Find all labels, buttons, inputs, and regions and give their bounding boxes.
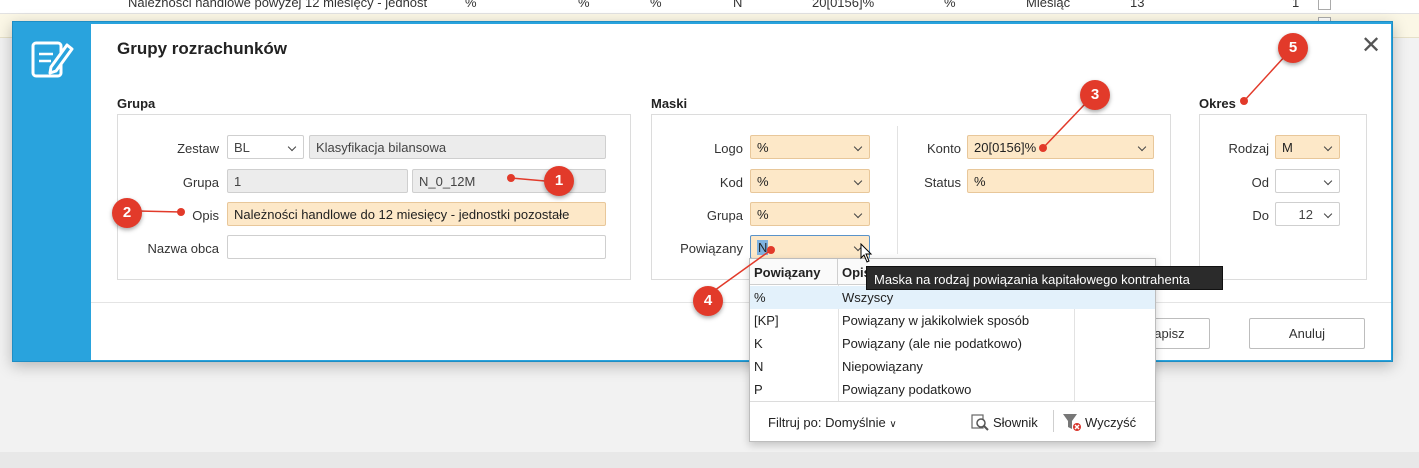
marker-4: 4 (693, 286, 723, 316)
zestaw-value: BL (234, 140, 250, 155)
grupa-mask-value: % (757, 207, 769, 222)
od-select[interactable] (1275, 169, 1340, 193)
marker-5: 5 (1278, 33, 1308, 63)
slownik-label: Słownik (993, 414, 1038, 430)
bottom-strip (0, 452, 1419, 468)
filter-dropdown[interactable]: Filtruj po: Domyślnie ∨ (768, 415, 897, 430)
marker-1: 1 (544, 166, 574, 196)
slownik-button[interactable]: Słownik (970, 412, 1038, 432)
footer-divider (91, 302, 1391, 303)
option-desc: Wszyscy (842, 290, 894, 305)
option-desc: Powiązany w jakikolwiek sposób (842, 313, 1030, 328)
option-code: % (754, 290, 766, 305)
opis-label: Opis (192, 208, 219, 223)
dropdown-col-code-header[interactable]: Powiązany (750, 259, 838, 285)
option-desc: Powiązany (ale nie podatkowo) (842, 336, 1022, 351)
background-cell: % (650, 0, 662, 10)
status-input[interactable]: % (967, 169, 1154, 193)
powiazany-label: Powiązany (680, 241, 743, 256)
document-edit-icon (29, 36, 75, 82)
status-value: % (974, 174, 986, 189)
option-desc: Niepowiązany (842, 359, 923, 374)
background-cell: % (465, 0, 477, 10)
background-cell: 20[0156]% (812, 0, 875, 10)
section-okres-label: Okres (1199, 96, 1236, 111)
logo-label: Logo (714, 141, 743, 156)
wyczysc-label: Wyczyść (1085, 414, 1137, 430)
marker-2: 2 (112, 198, 142, 228)
option-code: [KP] (754, 313, 779, 328)
background-cell: % (944, 0, 956, 10)
grupa-value: 1 (234, 174, 242, 189)
logo-select[interactable]: % (750, 135, 870, 159)
marker-5-dot (1240, 97, 1248, 105)
option-desc: Powiązany podatkowo (842, 382, 972, 397)
zestaw-description: Klasyfikacja bilansowa (316, 140, 447, 155)
marker-4-dot (767, 246, 775, 254)
footer-separator (1053, 410, 1054, 432)
dropdown-option[interactable]: K Powiązany (ale nie podatkowo) (750, 332, 1155, 355)
magnifier-icon (970, 412, 990, 432)
background-cell: 1 (1292, 0, 1300, 10)
marker-3: 3 (1080, 80, 1110, 110)
rodzaj-label: Rodzaj (1228, 141, 1269, 156)
mouse-cursor-icon (858, 242, 874, 265)
section-grupa-label: Grupa (117, 96, 156, 111)
konto-value: 20[0156]% (974, 140, 1037, 155)
kod-value: % (757, 174, 769, 189)
od-label: Od (1251, 175, 1269, 190)
kod-label: Kod (719, 175, 743, 190)
background-cell: N (733, 0, 743, 10)
zestaw-label: Zestaw (177, 141, 219, 156)
marker-2-dot (177, 208, 185, 216)
zestaw-description-field: Klasyfikacja bilansowa (309, 135, 606, 159)
zestaw-select[interactable]: BL (227, 135, 304, 159)
opis-value: Należności handlowe do 12 miesięcy - jed… (234, 207, 570, 222)
close-icon[interactable]: ✕ (1361, 34, 1381, 58)
do-select[interactable]: 12 (1275, 202, 1340, 226)
background-row-description: Należności handlowe powyżej 12 miesięcy … (128, 0, 428, 10)
background-table-row[interactable]: Należności handlowe powyżej 12 miesięcy … (0, 0, 1419, 14)
option-code: K (754, 336, 763, 351)
powiazany-tooltip: Maska na rodzaj powiązania kapitałowego … (866, 266, 1223, 290)
dialog-body: Grupy rozrachunków ✕ Grupa Zestaw BL Kla… (91, 24, 1391, 360)
dropdown-footer: Filtruj po: Domyślnie ∨ Słownik Wyczyść (750, 401, 1155, 441)
row-checkbox[interactable] (1318, 0, 1331, 10)
grupa-value-field: 1 (227, 169, 408, 193)
marker-1-dot (507, 174, 515, 182)
option-code: P (754, 382, 763, 397)
filter-clear-icon (1062, 412, 1082, 432)
cancel-button[interactable]: Anuluj (1249, 318, 1365, 349)
konto-label: Konto (927, 141, 961, 156)
option-code: N (754, 359, 764, 374)
logo-value: % (757, 140, 769, 155)
section-maski-label: Maski (651, 96, 688, 111)
wyczysc-button[interactable]: Wyczyść (1062, 412, 1136, 432)
dropdown-option[interactable]: [KP] Powiązany w jakikolwiek sposób (750, 309, 1155, 332)
dropdown-option[interactable]: P Powiązany podatkowo (750, 378, 1155, 401)
status-label: Status (924, 175, 961, 190)
grupa-label: Grupa (182, 175, 219, 190)
chevron-down-icon: ∨ (889, 419, 897, 430)
konto-select[interactable]: 20[0156]% (967, 135, 1154, 159)
rodzaj-select[interactable]: M (1275, 135, 1340, 159)
opis-input[interactable]: Należności handlowe do 12 miesięcy - jed… (227, 202, 606, 226)
nazwa-obca-input[interactable] (227, 235, 606, 259)
do-label: Do (1252, 208, 1269, 223)
grupa-mask-select[interactable]: % (750, 202, 870, 226)
background-cell: % (578, 0, 590, 10)
nazwa-obca-label: Nazwa obca (147, 241, 219, 256)
rodzaj-value: M (1282, 140, 1293, 155)
do-value: 12 (1298, 207, 1313, 222)
grupa-mask-label: Grupa (706, 208, 743, 223)
maski-divider (897, 126, 898, 254)
marker-3-dot (1039, 144, 1047, 152)
filter-label: Filtruj po: Domyślnie (768, 415, 886, 430)
dialog-title: Grupy rozrachunków (117, 39, 288, 58)
background-cell: Miesiąc (1026, 0, 1071, 10)
dropdown-option[interactable]: N Niepowiązany (750, 355, 1155, 378)
kod-select[interactable]: % (750, 169, 870, 193)
background-cell: 13 (1130, 0, 1145, 10)
grupa-code: N_0_12M (419, 174, 476, 189)
